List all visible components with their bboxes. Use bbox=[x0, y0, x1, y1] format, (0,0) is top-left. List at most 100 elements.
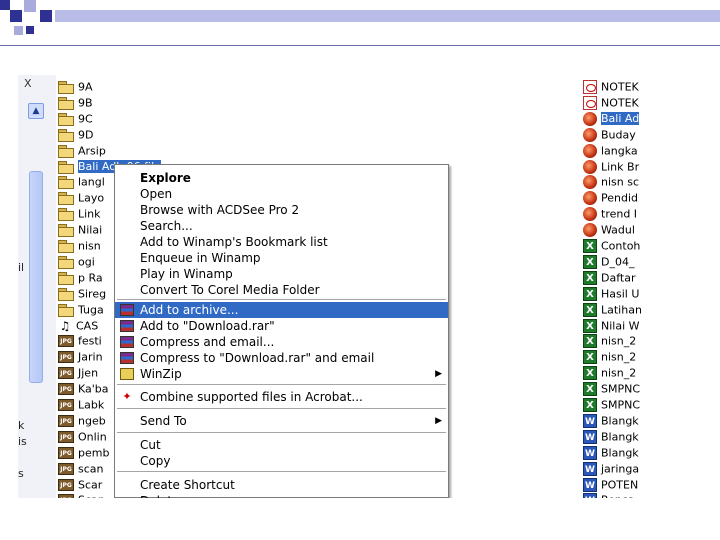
menu-item-convert-to-corel-media-folder[interactable]: Convert To Corel Media Folder bbox=[115, 282, 448, 298]
file-name: langka bbox=[601, 144, 638, 158]
file-list-item[interactable]: Bali Ad bbox=[583, 111, 640, 126]
file-list-item[interactable]: 9C bbox=[58, 111, 93, 126]
file-list-item[interactable]: NOTEK bbox=[583, 79, 639, 94]
file-list-item[interactable]: NOTEK bbox=[583, 95, 639, 110]
file-list-item[interactable]: X SMPNC bbox=[583, 381, 640, 397]
media-icon bbox=[583, 191, 597, 206]
file-name: Blangk bbox=[601, 430, 639, 444]
file-list-item[interactable]: langl bbox=[58, 174, 105, 190]
file-list-item[interactable]: W Blangk bbox=[583, 413, 639, 428]
file-list-item[interactable]: JPG Labk bbox=[58, 397, 104, 412]
file-list-item[interactable]: 9B bbox=[58, 95, 93, 110]
file-list-item[interactable]: langka bbox=[583, 143, 638, 158]
menu-item-label: Copy bbox=[140, 454, 171, 468]
menu-item-add-to-winamp-s-bookmark-list[interactable]: Add to Winamp's Bookmark list bbox=[115, 234, 448, 250]
file-list-item[interactable]: W POTEN bbox=[583, 477, 638, 492]
word-icon: W bbox=[583, 461, 597, 476]
file-list-item[interactable]: Xnisn_2 bbox=[583, 349, 636, 365]
file-list-item[interactable]: Layo bbox=[58, 190, 104, 206]
file-list-item[interactable]: Sireg bbox=[58, 286, 106, 301]
file-list-item[interactable]: X Hasil U bbox=[583, 286, 639, 301]
scroll-up-button[interactable]: ▲ bbox=[28, 103, 44, 119]
folder-icon bbox=[58, 255, 74, 269]
menu-item-search[interactable]: Search... bbox=[115, 218, 448, 234]
menu-item-delete[interactable]: Delete bbox=[115, 493, 448, 498]
menu-item-copy[interactable]: Copy bbox=[115, 453, 448, 469]
file-list-item[interactable]: Xnisn_2 bbox=[583, 365, 636, 381]
menu-item-create-shortcut[interactable]: Create Shortcut bbox=[115, 477, 448, 493]
scrollbar-thumb[interactable] bbox=[29, 171, 43, 383]
window-top-edge bbox=[18, 60, 656, 75]
file-list-item[interactable]: nisn sc bbox=[583, 174, 639, 190]
file-list-item[interactable]: trend I bbox=[583, 206, 637, 222]
file-list-item[interactable]: JPG Scan bbox=[58, 492, 105, 498]
file-list-item[interactable]: 9D bbox=[58, 127, 93, 142]
file-name: 9D bbox=[78, 128, 94, 142]
pane-edge-label: il bbox=[18, 261, 25, 274]
jpg-icon: JPG bbox=[58, 446, 74, 459]
file-name: festi bbox=[78, 334, 102, 348]
excel-icon: X bbox=[583, 286, 597, 301]
file-list-item[interactable]: JPG Scar bbox=[58, 477, 102, 492]
close-pane-button[interactable]: X bbox=[24, 77, 32, 90]
file-name: nisn bbox=[78, 239, 101, 253]
folder-icon bbox=[58, 160, 74, 174]
file-list-item[interactable]: JPG scan bbox=[58, 461, 104, 476]
file-list-item[interactable]: ♫ CAS bbox=[58, 318, 99, 333]
file-list-item[interactable]: Xnisn_2 bbox=[583, 333, 636, 349]
file-list-item[interactable]: Pendid bbox=[583, 190, 638, 206]
file-list-item[interactable]: W Blangk bbox=[583, 445, 639, 460]
file-list-item[interactable]: X D_04_ bbox=[583, 254, 634, 269]
file-list-item[interactable]: JPG festi bbox=[58, 333, 102, 348]
file-name: Onlin bbox=[78, 430, 107, 444]
menu-item-play-in-winamp[interactable]: Play in Winamp bbox=[115, 266, 448, 282]
menu-item-compress-and-email[interactable]: Compress and email... bbox=[115, 334, 448, 350]
file-name: CAS bbox=[76, 319, 99, 332]
menu-item-label: Compress to "Download.rar" and email bbox=[140, 351, 375, 365]
file-name: 9A bbox=[78, 80, 93, 94]
file-list-item[interactable]: ogi bbox=[58, 254, 95, 269]
menu-item-add-to-download-rar[interactable]: Add to "Download.rar" bbox=[115, 318, 448, 334]
pdf-icon bbox=[583, 95, 597, 110]
file-list-item[interactable]: X SMPNC bbox=[583, 397, 640, 412]
file-name: D_04_ bbox=[601, 255, 635, 269]
word-icon: W bbox=[583, 493, 597, 498]
file-list-item[interactable]: p Ra bbox=[58, 270, 103, 285]
file-list-item[interactable]: JPG ngeb bbox=[58, 413, 106, 428]
menu-item-explore[interactable]: Explore bbox=[115, 170, 448, 186]
menu-item-compress-to-download-rar-and-email[interactable]: Compress to "Download.rar" and email bbox=[115, 350, 448, 366]
file-list-item[interactable]: X Nilai W bbox=[583, 318, 640, 333]
file-list-item[interactable]: 9A bbox=[58, 79, 93, 94]
file-list-item[interactable]: Buday bbox=[583, 127, 636, 142]
file-list-item[interactable]: X Daftar bbox=[583, 270, 635, 285]
file-list-item[interactable]: JPG Jarin bbox=[58, 349, 103, 364]
menu-item-enqueue-in-winamp[interactable]: Enqueue in Winamp bbox=[115, 250, 448, 266]
menu-item-cut[interactable]: Cut bbox=[115, 437, 448, 453]
menu-item-label: Add to archive... bbox=[140, 303, 239, 317]
file-list-item[interactable]: JPG Jjen bbox=[58, 365, 98, 380]
file-list-item[interactable]: Link Br bbox=[583, 159, 639, 174]
file-list-item[interactable]: JPG Onlin bbox=[58, 429, 107, 444]
file-list-item[interactable]: JPG Ka'ba bbox=[58, 381, 109, 396]
menu-item-open[interactable]: Open bbox=[115, 186, 448, 202]
menu-item-combine-supported-files-in-acrobat[interactable]: ✦ Combine supported files in Acrobat... bbox=[115, 389, 448, 405]
file-list-item[interactable]: X Latihan bbox=[583, 302, 642, 317]
file-list-item[interactable]: Nilai bbox=[58, 222, 102, 238]
file-list-item[interactable]: Wadul bbox=[583, 222, 635, 238]
file-list-item[interactable]: W Blangk bbox=[583, 429, 639, 444]
file-list-item[interactable]: Tuga bbox=[58, 302, 104, 317]
file-list-item[interactable]: JPG pemb bbox=[58, 445, 109, 460]
word-icon: W bbox=[583, 413, 597, 428]
menu-item-winzip[interactable]: WinZip ▶ bbox=[115, 366, 448, 382]
file-list-item[interactable]: nisn bbox=[58, 238, 101, 253]
submenu-arrow-icon: ▶ bbox=[435, 416, 442, 426]
file-list-item[interactable]: Link bbox=[58, 206, 101, 222]
menu-item-send-to[interactable]: Send To ▶ bbox=[115, 413, 448, 429]
file-list-item[interactable]: Wjaringa bbox=[583, 461, 639, 476]
file-list-item[interactable]: X Contoh bbox=[583, 238, 640, 253]
menu-item-browse-with-acdsee-pro-2[interactable]: Browse with ACDSee Pro 2 bbox=[115, 202, 448, 218]
folder-icon bbox=[58, 240, 74, 253]
menu-item-add-to-archive[interactable]: Add to archive... bbox=[115, 302, 448, 318]
file-list-item[interactable]: Arsip bbox=[58, 143, 106, 158]
file-list-item[interactable]: W Renca bbox=[583, 492, 635, 498]
